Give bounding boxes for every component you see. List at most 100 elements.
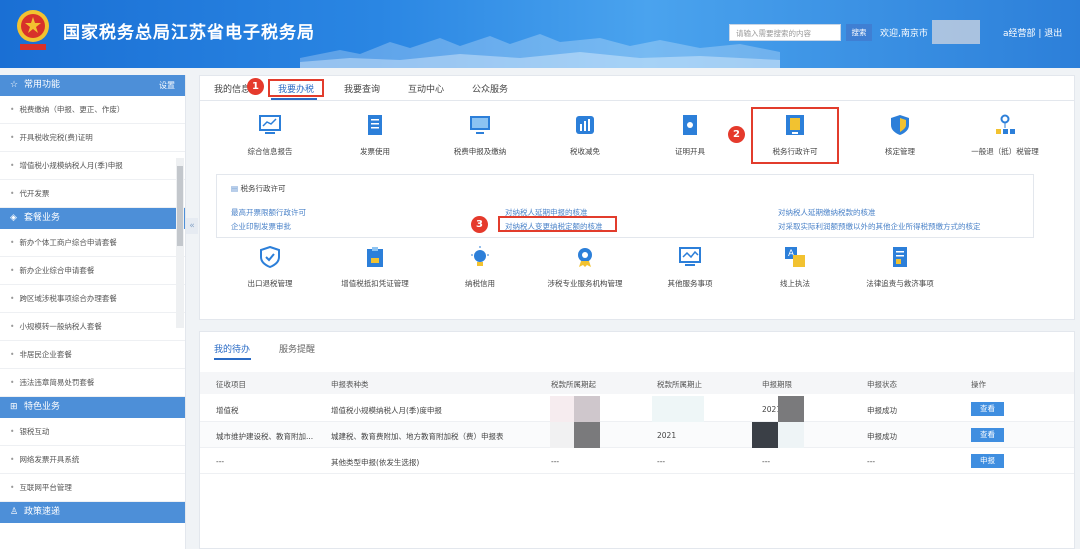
func-label: 税收减免 [570,147,600,156]
highlight-tab-tax-handling [268,79,324,97]
settings-link[interactable]: 设置 [159,75,175,96]
func-tax-reduction[interactable]: 税收减免 [535,114,635,157]
func-certificate[interactable]: 证明开具 [640,114,740,157]
highlight-change-quota-link [498,216,617,232]
col-header: 申报状态 [867,380,897,389]
welcome-text: 欢迎,南京市 [880,29,928,39]
cell-item: 城市维护建设税、教育附加... [216,432,314,441]
tab-public-service[interactable]: 公众服务 [472,82,508,95]
tab-interaction[interactable]: 互动中心 [408,82,444,95]
submenu-link[interactable]: 企业印制发票审批 [231,221,291,232]
sidebar-item[interactable]: 跨区域涉税事项综合办理套餐 [0,285,185,313]
tab-query[interactable]: 我要查询 [344,82,380,95]
cell-deadline: --- [762,457,771,466]
redacted-username [932,20,980,44]
grid-icon: ⊞ [10,402,18,412]
monitor-line-icon [679,247,701,266]
org-chart-icon [996,114,1015,134]
sidebar-item[interactable]: 代开发票 [0,180,185,208]
col-header: 申报表种类 [331,380,369,389]
func-declaration-payment[interactable]: 税费申报及缴纳 [430,114,530,157]
cell-status: 申报成功 [867,406,897,415]
shield-check-icon [260,245,280,269]
main-tabs: 我的信息 我要办税 我要查询 互动中心 公众服务 [200,76,1074,101]
search-input[interactable]: 请输入需要搜索的内容 [729,24,841,41]
search-button[interactable]: 搜索 [846,24,872,41]
submenu-title: ▤ 税务行政许可 [231,183,285,194]
func-info-report[interactable]: 综合信息报告 [220,114,320,157]
tab-my-info[interactable]: 我的信息 [214,82,250,95]
tab-service-reminder[interactable]: 服务提醒 [279,342,315,355]
collapse-sidebar-button[interactable]: « [186,218,198,234]
view-button[interactable]: 查看 [971,428,1004,442]
cell-item: 增值税 [216,406,239,415]
section-title: 套餐业务 [24,213,61,223]
func-label: 出口退税管理 [247,279,293,288]
sidebar-item[interactable]: 税费缴纳（申报、更正、作废） [0,96,185,124]
sidebar-section-common[interactable]: ☆ 常用功能 设置 [0,75,185,96]
active-tab-underline [214,358,251,360]
func-refund[interactable]: 一般退（抵）税管理 [955,114,1055,157]
sidebar-item[interactable]: 增值税小规模纳税人月(季)申报 [0,152,185,180]
func-label: 纳税信用 [465,279,495,288]
main-panel: 我的信息 我要办税 我要查询 互动中心 公众服务 综合信息报告 发票使用 税费申… [199,75,1075,320]
sidebar-item[interactable]: 开具税收完税(费)证明 [0,124,185,152]
func-other-services[interactable]: 其他服务事项 [640,246,740,289]
bar-chart-icon [576,116,594,134]
clipboard-icon [367,247,383,267]
submenu-link[interactable]: 对纳税人延期缴纳税款的核准 [778,207,876,218]
user-logout-links[interactable]: a经营部 | 退出 [1003,26,1062,39]
lightbulb-icon [471,246,489,266]
submenu-link[interactable]: 最高开票限额行政许可 [231,207,306,218]
sidebar-item[interactable]: 小规模转一般纳税人套餐 [0,313,185,341]
func-legal-remedy[interactable]: 法律追责与救济事项 [850,246,950,289]
func-export-refund[interactable]: 出口退税管理 [220,245,320,289]
func-invoice-use[interactable]: 发票使用 [325,114,425,157]
sidebar-item[interactable]: 新办个体工商户综合申请套餐 [0,229,185,257]
col-header: 税款所属期止 [657,380,702,389]
redacted-block [574,422,600,448]
stack-icon: ◈ [10,213,17,223]
section-title: 政策速递 [24,507,61,517]
redacted-block [778,422,804,448]
view-button[interactable]: 查看 [971,402,1004,416]
declare-button[interactable]: 申报 [971,454,1004,468]
sidebar-item[interactable]: 银税互动 [0,418,185,446]
translate-icon: A [785,247,805,267]
func-agency-mgmt[interactable]: 涉税专业服务机构管理 [535,246,635,289]
cell-item: --- [216,457,225,466]
table-row: 增值税 增值税小规模纳税人月(季)度申报 2021 申报成功 查看 [200,396,1074,422]
sidebar-item[interactable]: 违法违章简易处罚套餐 [0,369,185,397]
tab-my-todo[interactable]: 我的待办 [214,342,250,355]
sidebar-section-featured[interactable]: ⊞ 特色业务 [0,397,185,418]
redacted-block [550,422,574,448]
sidebar-scroll-thumb[interactable] [177,166,183,246]
func-label: 增值税抵扣凭证管理 [341,279,409,288]
func-label: 涉税专业服务机构管理 [547,279,623,288]
sidebar-item[interactable]: 新办企业综合申请套餐 [0,257,185,285]
func-online-enforcement[interactable]: A 线上执法 [745,246,845,289]
header-banner: 国家税务总局江苏省电子税务局 请输入需要搜索的内容 搜索 欢迎,南京市 a经营部… [0,0,1080,68]
todo-panel: 我的待办 服务提醒 征收项目 申报表种类 税款所属期起 税款所属期止 申报期限 … [199,331,1075,549]
site-title[interactable]: 国家税务总局江苏省电子税务局 [63,18,315,43]
submenu-link[interactable]: 对采取实际利润额预缴以外的其他企业所得税预缴方式的核定 [778,221,981,232]
sidebar-item[interactable]: 网络发票开具系统 [0,446,185,474]
sidebar-item[interactable]: 非居民企业套餐 [0,341,185,369]
func-tax-credit[interactable]: 纳税信用 [430,246,530,289]
sidebar-item[interactable]: 互联网平台管理 [0,474,185,502]
redacted-block [652,396,704,422]
func-label: 其他服务事项 [667,279,713,288]
cell-status: 申报成功 [867,432,897,441]
sidebar-section-policy[interactable]: ♙ 政策速递 [0,502,185,523]
sidebar-section-packages[interactable]: ◈ 套餐业务 [0,208,185,229]
annotation-1: 1 [247,78,264,95]
func-verification[interactable]: 核定管理 [850,114,950,157]
redacted-block [752,422,778,448]
func-label: 综合信息报告 [247,147,293,156]
tax-emblem-logo [17,10,49,50]
star-icon: ☆ [10,80,19,90]
cell-form: 其他类型申报(依发生选报) [331,458,420,467]
func-vat-deduction[interactable]: 增值税抵扣凭证管理 [325,246,425,289]
monitor-icon [470,116,490,134]
cell-end: 2021 [657,431,677,440]
